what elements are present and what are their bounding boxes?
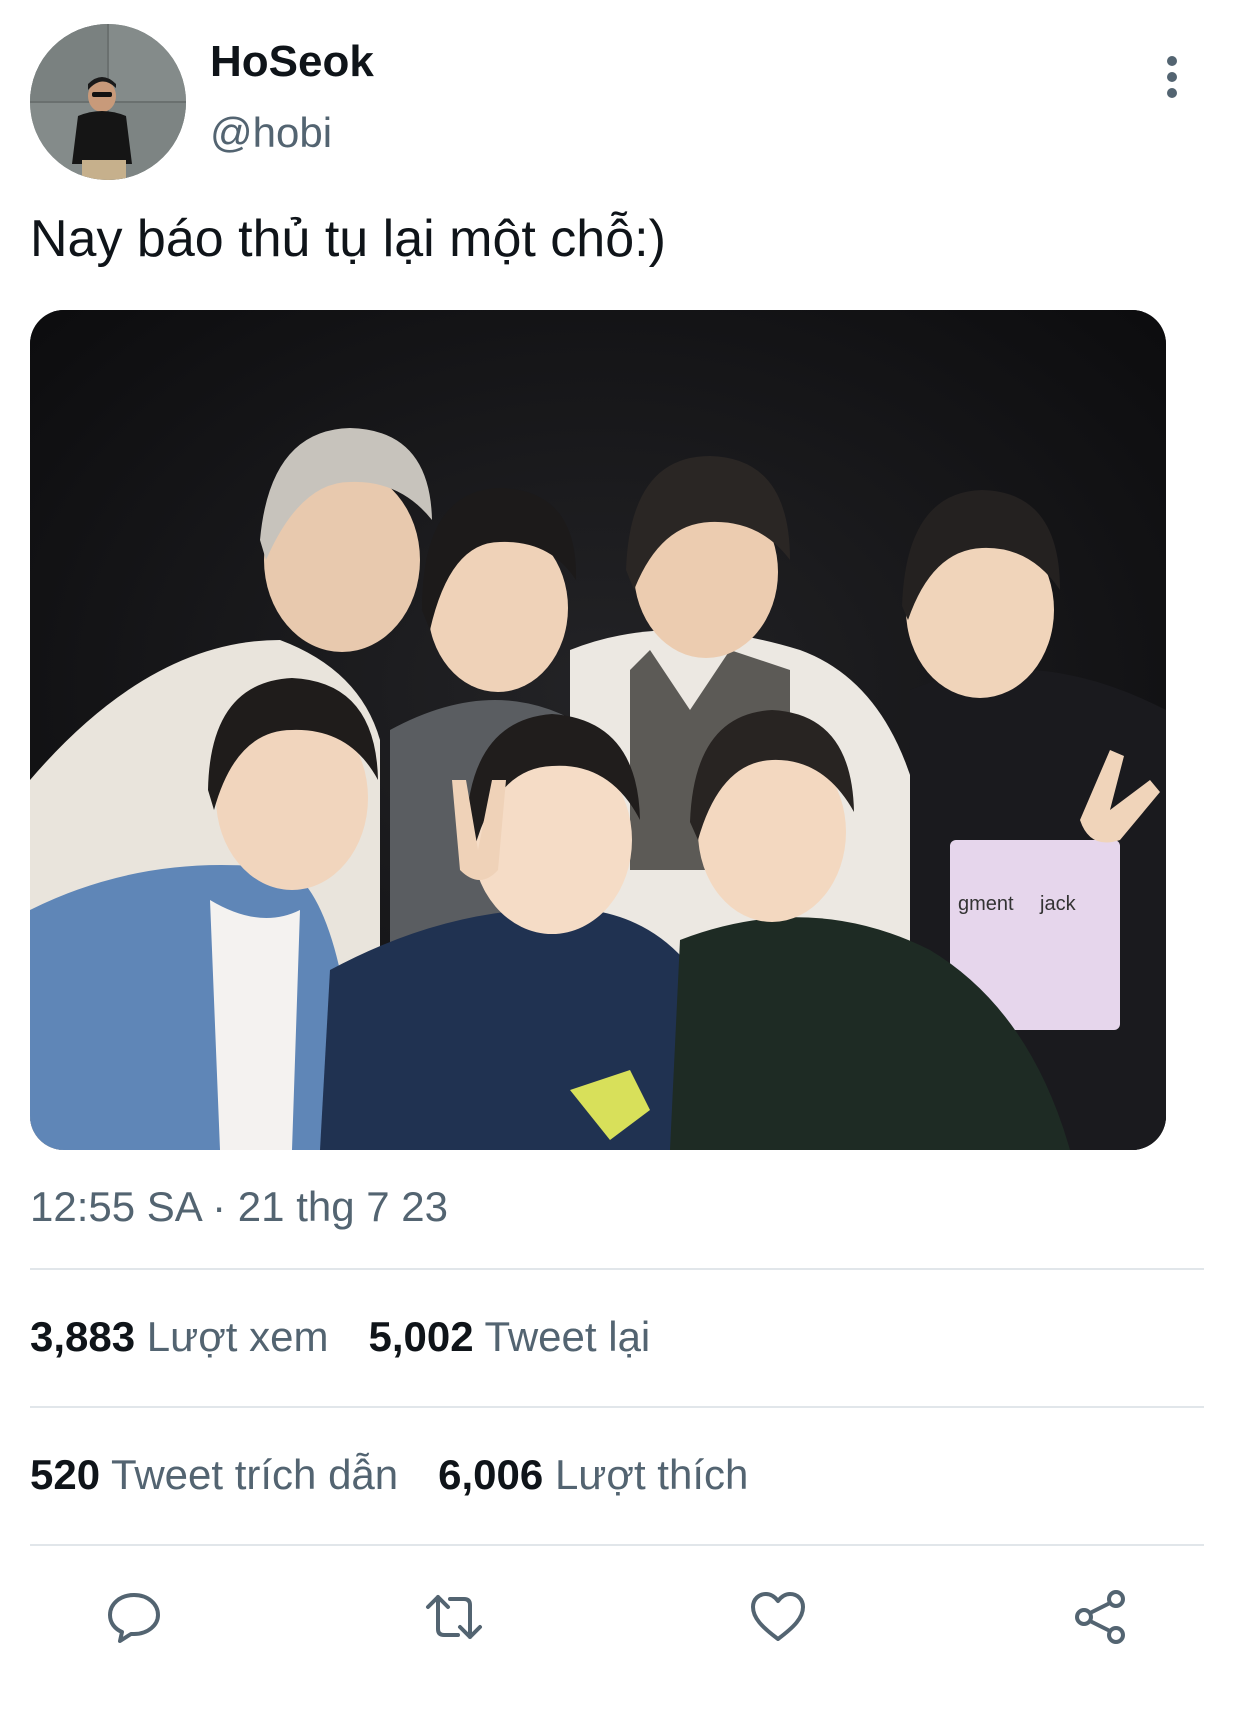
tweet-media-photo[interactable]: gment jack bbox=[30, 310, 1166, 1150]
stats-row-2: 520 Tweet trích dẫn 6,006 Lượt thích bbox=[30, 1450, 748, 1500]
reply-button[interactable] bbox=[102, 1585, 166, 1649]
views-count: 3,883 bbox=[30, 1313, 136, 1360]
like-button[interactable] bbox=[746, 1585, 810, 1649]
tweet-text: Nay báo thủ tụ lại một chỗ:) bbox=[30, 210, 666, 268]
retweet-icon bbox=[426, 1595, 482, 1639]
avatar-image bbox=[30, 24, 186, 180]
reply-icon bbox=[108, 1593, 160, 1643]
share-button[interactable] bbox=[1068, 1585, 1132, 1649]
group-photo-image: gment jack bbox=[30, 310, 1166, 1150]
divider bbox=[30, 1406, 1204, 1408]
quotes-count: 520 bbox=[30, 1451, 101, 1498]
shirt-text-jack: jack bbox=[1039, 893, 1077, 915]
author-handle[interactable]: @hobi bbox=[210, 108, 332, 158]
more-vertical-icon bbox=[1167, 56, 1177, 98]
avatar[interactable] bbox=[30, 24, 186, 180]
shirt-text-gment: gment bbox=[958, 893, 1014, 915]
retweet-button[interactable] bbox=[422, 1585, 486, 1649]
share-icon bbox=[1075, 1590, 1125, 1644]
retweets-count: 5,002 bbox=[368, 1313, 474, 1360]
likes-label: Lượt thích bbox=[554, 1451, 749, 1498]
quotes-stat[interactable]: 520 Tweet trích dẫn bbox=[30, 1450, 398, 1500]
likes-stat[interactable]: 6,006 Lượt thích bbox=[438, 1450, 748, 1500]
retweets-label: Tweet lại bbox=[484, 1313, 651, 1360]
views-stat[interactable]: 3,883 Lượt xem bbox=[30, 1312, 328, 1362]
retweets-stat[interactable]: 5,002 Tweet lại bbox=[368, 1312, 650, 1362]
divider bbox=[30, 1544, 1204, 1546]
divider bbox=[30, 1268, 1204, 1270]
views-label: Lượt xem bbox=[146, 1313, 329, 1360]
author-display-name[interactable]: HoSeok bbox=[210, 36, 374, 89]
likes-count: 6,006 bbox=[438, 1451, 544, 1498]
stats-row-1: 3,883 Lượt xem 5,002 Tweet lại bbox=[30, 1312, 650, 1362]
quotes-label: Tweet trích dẫn bbox=[111, 1451, 399, 1498]
heart-icon bbox=[751, 1592, 805, 1641]
tweet-timestamp[interactable]: 12:55 SA · 21 thg 7 23 bbox=[30, 1182, 448, 1232]
more-options-button[interactable] bbox=[1150, 50, 1194, 104]
